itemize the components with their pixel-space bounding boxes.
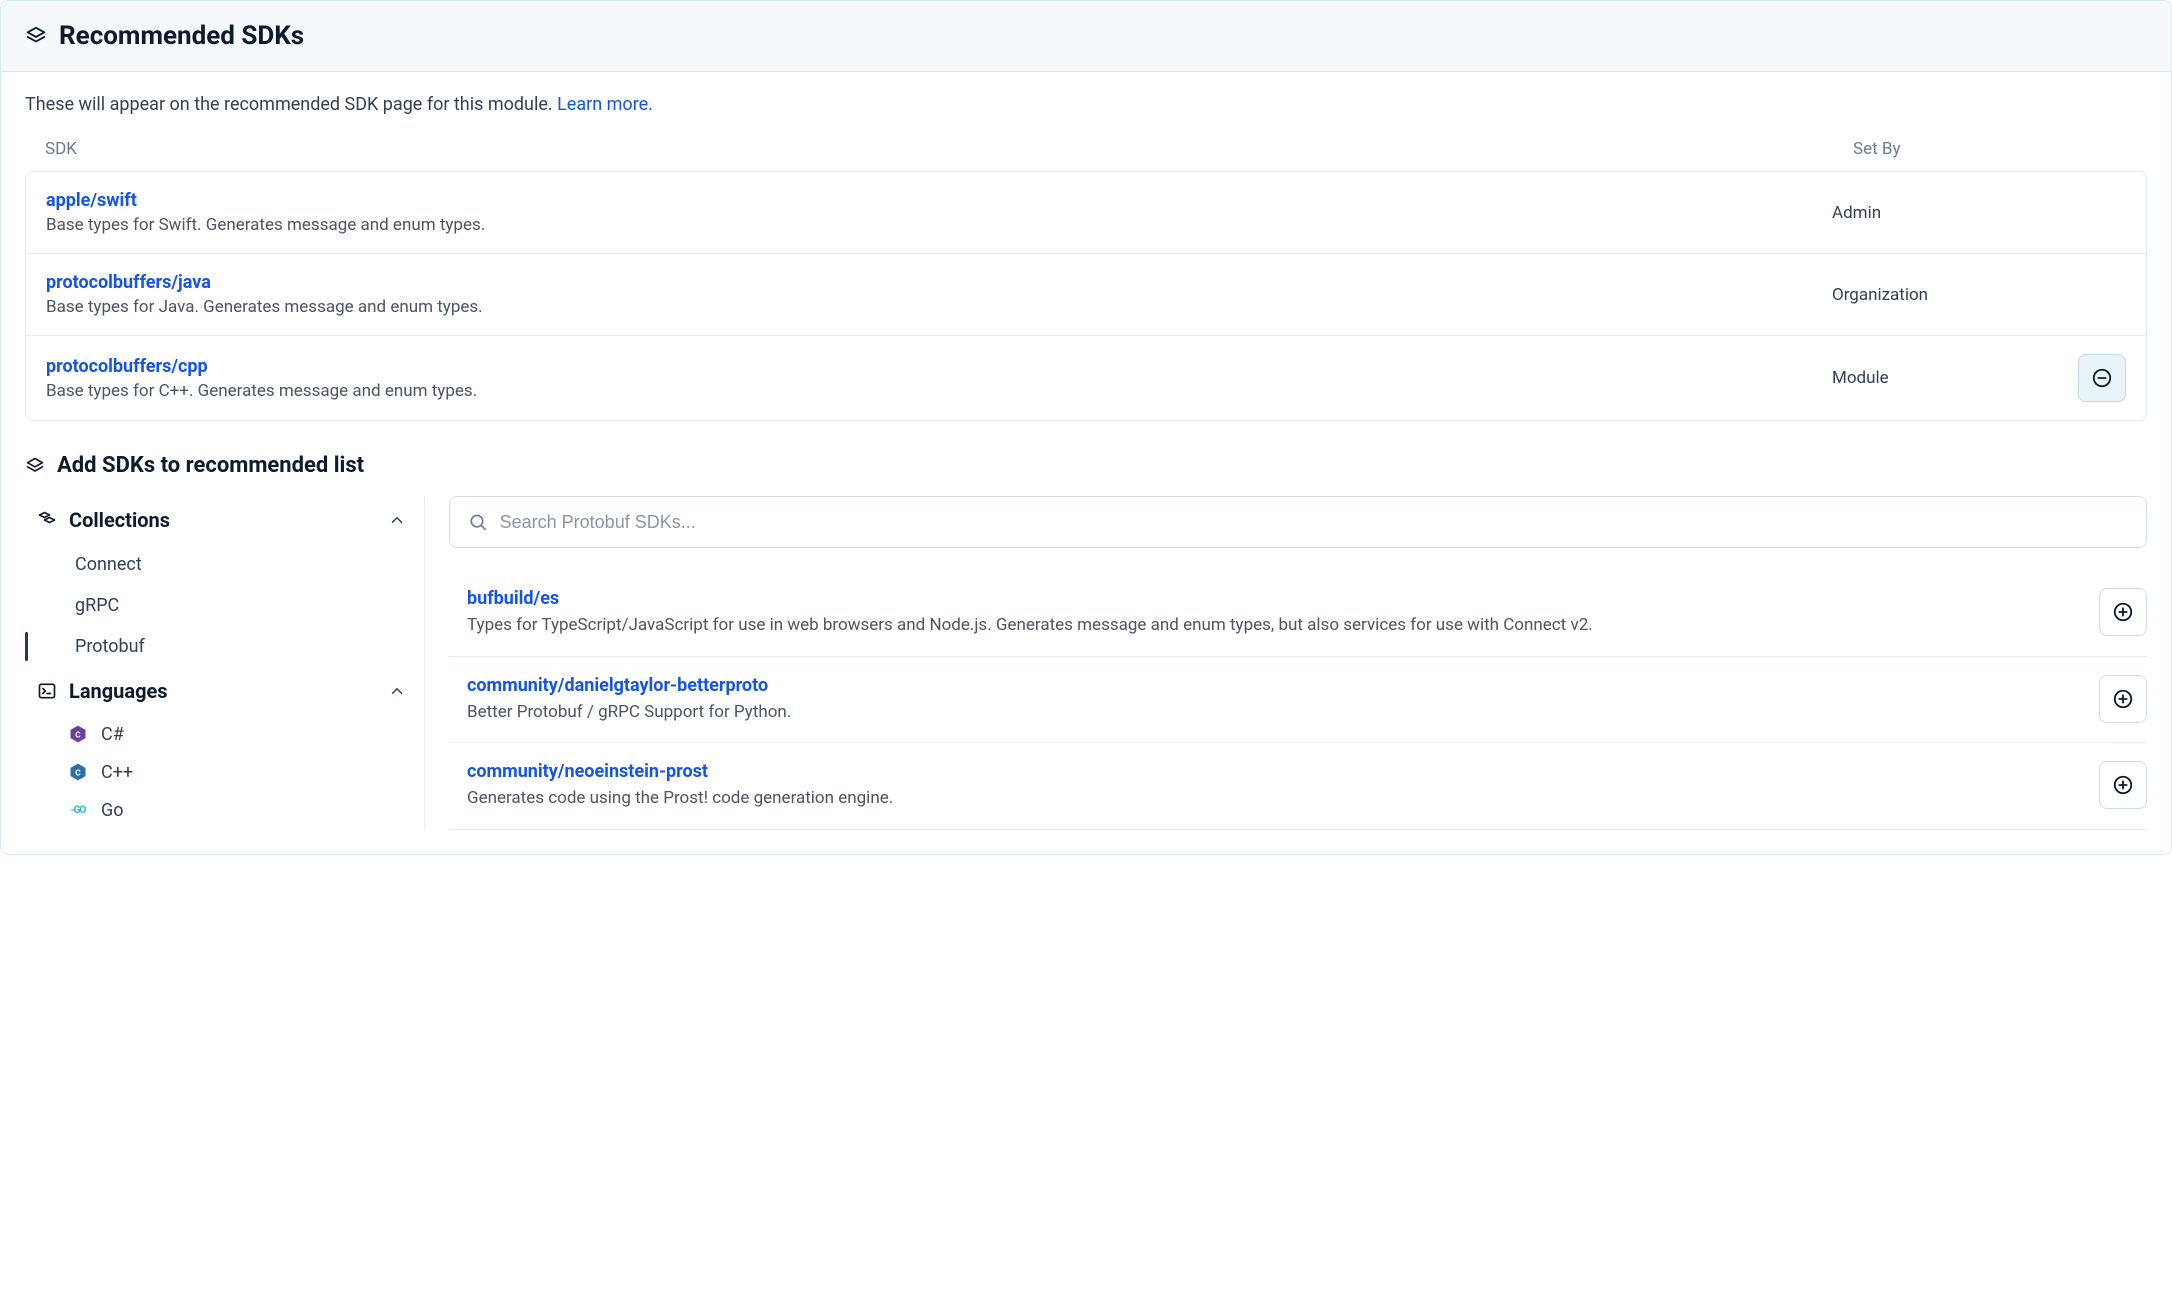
collection-item-grpc[interactable]: gRPC bbox=[25, 585, 414, 626]
add-sdk-button[interactable] bbox=[2099, 761, 2147, 809]
panel-header: Recommended SDKs bbox=[1, 1, 2171, 72]
sidebar: Collections Connect gRPC Protobuf Langua… bbox=[25, 496, 425, 830]
panel-title: Recommended SDKs bbox=[59, 21, 304, 51]
result-desc: Types for TypeScript/JavaScript for use … bbox=[467, 613, 2083, 638]
result-desc: Generates code using the Prost! code gen… bbox=[467, 786, 2083, 811]
search-input[interactable] bbox=[500, 512, 2128, 533]
sdk-setby: Organization bbox=[1832, 285, 2062, 305]
minus-circle-icon bbox=[2091, 367, 2113, 389]
svg-text:C: C bbox=[75, 768, 81, 778]
go-icon: -GO bbox=[67, 799, 89, 821]
sdk-link[interactable]: apple/swift bbox=[46, 190, 137, 211]
language-label: C++ bbox=[101, 762, 133, 783]
sdk-row: protocolbuffers/cpp Base types for C++. … bbox=[26, 336, 2146, 420]
layers-icon bbox=[25, 25, 47, 47]
layers-icon bbox=[25, 456, 45, 476]
svg-text:C: C bbox=[75, 730, 81, 740]
terminal-icon bbox=[37, 681, 57, 701]
result-row: community/neoeinstein-prost Generates co… bbox=[449, 743, 2147, 830]
add-area: Collections Connect gRPC Protobuf Langua… bbox=[1, 496, 2171, 854]
result-link[interactable]: community/neoeinstein-prost bbox=[467, 761, 708, 782]
sdk-desc: Base types for Swift. Generates message … bbox=[46, 215, 1832, 235]
sdk-setby: Module bbox=[1832, 368, 2062, 388]
sdk-link[interactable]: protocolbuffers/cpp bbox=[46, 356, 208, 377]
col-header-sdk: SDK bbox=[45, 139, 1853, 159]
sdk-desc: Base types for Java. Generates message a… bbox=[46, 297, 1832, 317]
chevron-up-icon bbox=[388, 682, 406, 700]
collection-item-protobuf[interactable]: Protobuf bbox=[25, 626, 414, 667]
search-wrap bbox=[449, 496, 2147, 548]
table-header: SDK Set By bbox=[1, 125, 2171, 171]
csharp-icon: C bbox=[67, 723, 89, 745]
language-item-go[interactable]: -GO Go bbox=[25, 791, 414, 829]
collections-label: Collections bbox=[69, 508, 170, 532]
sdk-desc: Base types for C++. Generates message an… bbox=[46, 381, 1832, 401]
collections-icon bbox=[37, 510, 57, 530]
language-item-cpp[interactable]: C C++ bbox=[25, 753, 414, 791]
language-label: Go bbox=[101, 800, 124, 821]
plus-circle-icon bbox=[2112, 688, 2134, 710]
add-section-title: Add SDKs to recommended list bbox=[1, 445, 2171, 496]
result-row: bufbuild/es Types for TypeScript/JavaScr… bbox=[449, 570, 2147, 657]
intro-text: These will appear on the recommended SDK… bbox=[1, 72, 2171, 125]
plus-circle-icon bbox=[2112, 601, 2134, 623]
collections-group[interactable]: Collections bbox=[25, 496, 414, 544]
result-link[interactable]: bufbuild/es bbox=[467, 588, 559, 609]
language-label: C# bbox=[101, 724, 124, 745]
languages-group[interactable]: Languages bbox=[25, 667, 414, 715]
add-sdk-button[interactable] bbox=[2099, 588, 2147, 636]
result-desc: Better Protobuf / gRPC Support for Pytho… bbox=[467, 700, 2083, 725]
plus-circle-icon bbox=[2112, 774, 2134, 796]
sdk-setby: Admin bbox=[1832, 203, 2062, 223]
col-header-setby: Set By bbox=[1853, 139, 2083, 159]
recommended-sdk-list: apple/swift Base types for Swift. Genera… bbox=[25, 171, 2147, 421]
sdk-row: protocolbuffers/java Base types for Java… bbox=[26, 254, 2146, 336]
search-icon bbox=[468, 512, 488, 532]
learn-more-link[interactable]: Learn more. bbox=[557, 94, 653, 115]
collection-item-connect[interactable]: Connect bbox=[25, 544, 414, 585]
results-area: bufbuild/es Types for TypeScript/JavaScr… bbox=[449, 496, 2147, 830]
remove-sdk-button[interactable] bbox=[2078, 354, 2126, 402]
cpp-icon: C bbox=[67, 761, 89, 783]
sdk-row: apple/swift Base types for Swift. Genera… bbox=[26, 172, 2146, 254]
languages-label: Languages bbox=[69, 679, 168, 703]
result-row: community/danielgtaylor-betterproto Bett… bbox=[449, 657, 2147, 744]
add-sdk-button[interactable] bbox=[2099, 675, 2147, 723]
chevron-up-icon bbox=[388, 511, 406, 529]
intro-static: These will appear on the recommended SDK… bbox=[25, 94, 557, 115]
result-link[interactable]: community/danielgtaylor-betterproto bbox=[467, 675, 768, 696]
add-section-label: Add SDKs to recommended list bbox=[57, 453, 364, 478]
sdk-link[interactable]: protocolbuffers/java bbox=[46, 272, 211, 293]
language-item-csharp[interactable]: C C# bbox=[25, 715, 414, 753]
recommended-sdks-panel: Recommended SDKs These will appear on th… bbox=[0, 0, 2172, 855]
